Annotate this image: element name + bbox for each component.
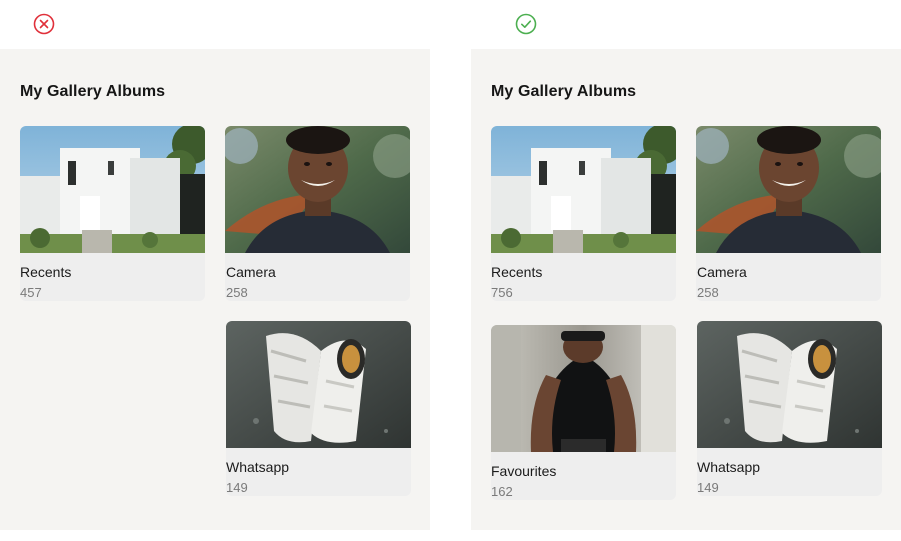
album-name: Whatsapp xyxy=(226,459,290,475)
album-count: 457 xyxy=(20,285,42,300)
album-thumbnail xyxy=(491,126,676,253)
page-title: My Gallery Albums xyxy=(20,83,166,100)
album-thumbnail xyxy=(20,126,205,253)
album-thumbnail xyxy=(696,126,881,253)
album-name: Favourites xyxy=(491,463,557,479)
gallery-panel-incorrect: My Gallery Albums Recents 457 Camera 258… xyxy=(0,49,430,530)
portrait-photo xyxy=(696,126,881,253)
x-circle-icon xyxy=(33,13,55,35)
sneakers-photo xyxy=(226,321,411,448)
album-card-recents[interactable]: Recents 457 xyxy=(20,126,205,301)
album-card-favourites[interactable]: Favourites 162 xyxy=(491,325,676,500)
album-thumbnail xyxy=(225,126,410,253)
sneakers-photo xyxy=(697,321,882,448)
album-name: Recents xyxy=(20,264,72,280)
album-name: Camera xyxy=(697,264,747,280)
house-photo xyxy=(491,126,676,253)
album-name: Whatsapp xyxy=(697,459,761,475)
album-count: 258 xyxy=(697,285,719,300)
album-thumbnail xyxy=(697,321,882,448)
album-count: 162 xyxy=(491,484,513,499)
album-card-recents[interactable]: Recents 756 xyxy=(491,126,676,301)
page-title: My Gallery Albums xyxy=(491,83,637,100)
album-card-whatsapp[interactable]: Whatsapp 149 xyxy=(226,321,411,496)
album-card-whatsapp[interactable]: Whatsapp 149 xyxy=(697,321,882,496)
album-name: Recents xyxy=(491,264,543,280)
album-count: 258 xyxy=(226,285,248,300)
album-card-camera[interactable]: Camera 258 xyxy=(225,126,410,301)
album-thumbnail xyxy=(226,321,411,448)
album-name: Camera xyxy=(226,264,276,280)
album-count: 149 xyxy=(226,480,248,495)
album-count: 149 xyxy=(697,480,719,495)
athlete-photo xyxy=(491,325,676,452)
album-count: 756 xyxy=(491,285,513,300)
check-circle-icon xyxy=(515,13,537,35)
house-photo xyxy=(20,126,205,253)
gallery-panel-correct: My Gallery Albums Recents 756 Camera 258… xyxy=(471,49,901,530)
portrait-photo xyxy=(225,126,410,253)
album-thumbnail xyxy=(491,325,676,452)
album-card-camera[interactable]: Camera 258 xyxy=(696,126,881,301)
